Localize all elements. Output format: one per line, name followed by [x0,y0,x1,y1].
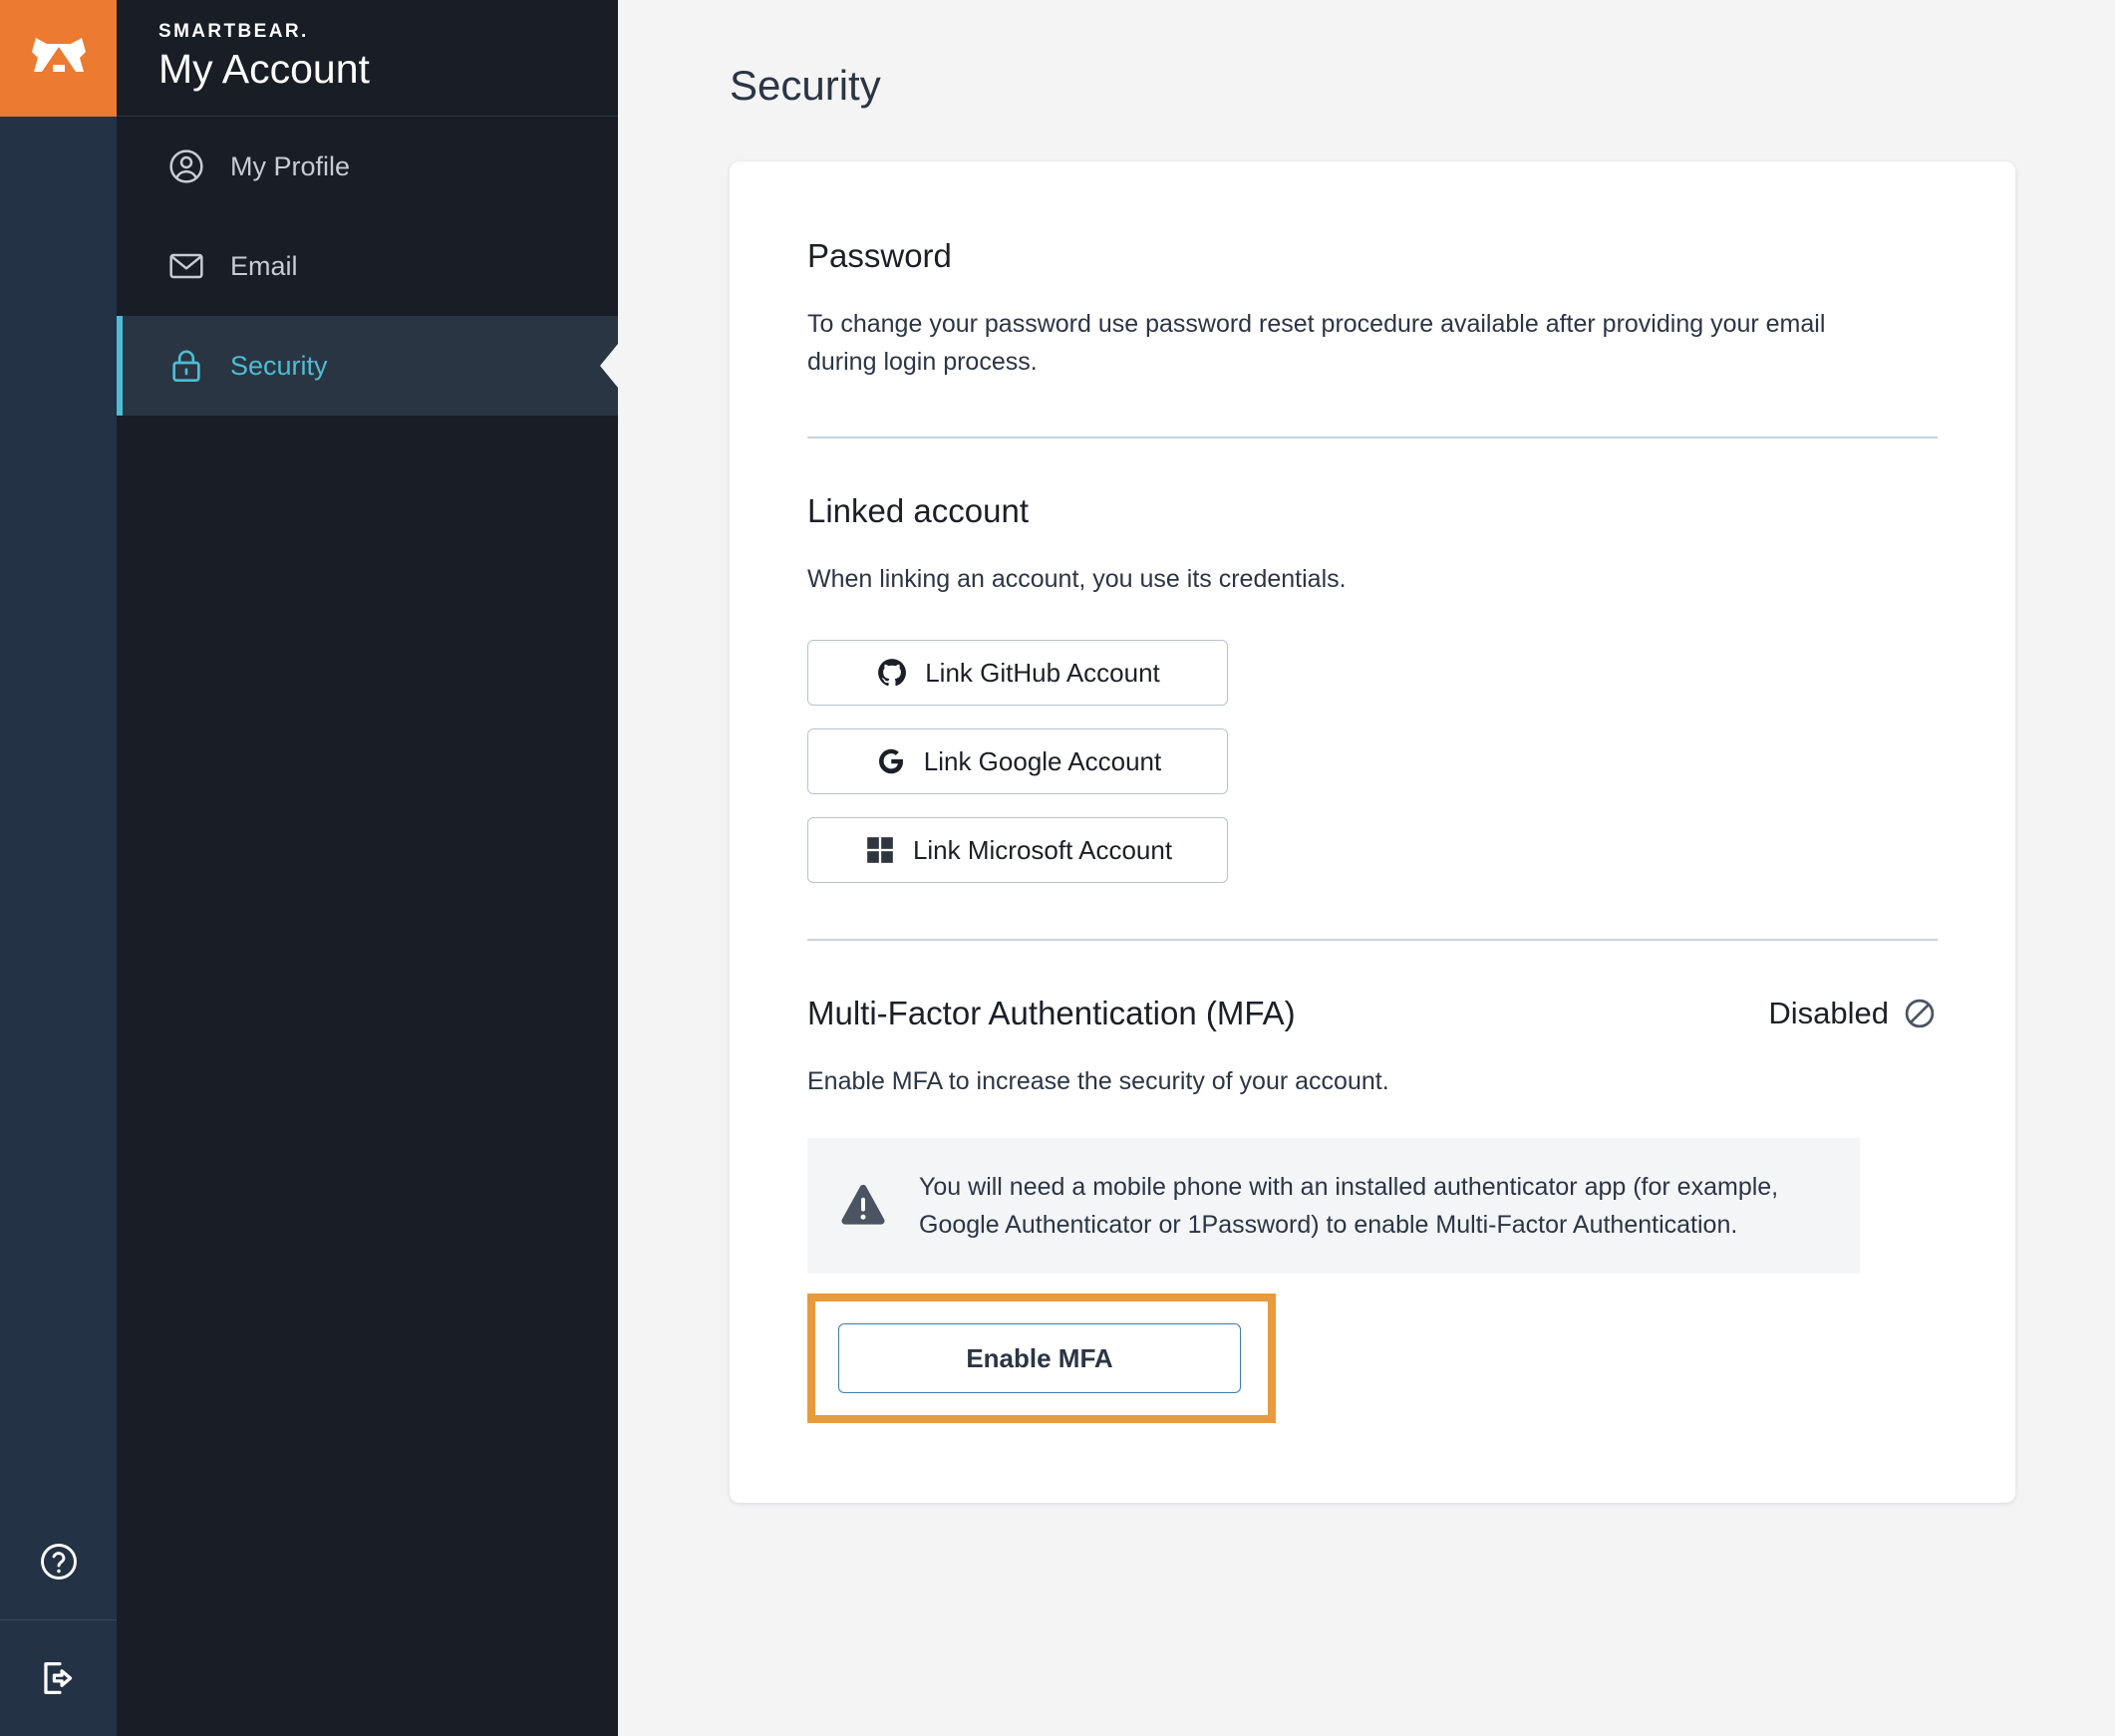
mfa-section: Multi-Factor Authentication (MFA) Disabl… [807,995,1938,1423]
mfa-header: Multi-Factor Authentication (MFA) Disabl… [807,995,1938,1032]
sidebar-header: SMARTBEAR. My Account [117,0,618,117]
sidebar-nav: My Profile Email [117,117,618,416]
warning-triangle-icon [837,1180,889,1232]
left-rail [0,0,117,1736]
smartbear-bear-logo [26,34,92,84]
password-section: Password To change your password use pas… [807,237,1938,381]
link-button-label: Link GitHub Account [925,658,1160,689]
sidebar: SMARTBEAR. My Account My Profile [117,0,618,1736]
password-title: Password [807,237,1938,275]
linked-account-title: Linked account [807,492,1938,530]
lock-icon [164,344,208,388]
sidebar-item-email[interactable]: Email [117,216,618,316]
github-icon [875,656,909,690]
prohibited-circle-icon [1902,996,1938,1031]
link-microsoft-account-button[interactable]: Link Microsoft Account [807,817,1228,883]
linked-account-description: When linking an account, you use its cre… [807,560,1834,598]
link-google-account-button[interactable]: Link Google Account [807,728,1228,794]
link-github-account-button[interactable]: Link GitHub Account [807,640,1228,706]
logout-button[interactable] [0,1619,117,1736]
divider [807,939,1938,941]
mfa-notice-text: You will need a mobile phone with an ins… [919,1168,1824,1244]
help-button[interactable] [0,1503,117,1619]
password-description: To change your password use password res… [807,305,1834,381]
linked-account-section: Linked account When linking an account, … [807,492,1938,883]
mfa-notice: You will need a mobile phone with an ins… [807,1138,1860,1274]
brand-name: SMARTBEAR. [158,22,618,43]
product-title: My Account [158,45,618,94]
main-content: Security Password To change your passwor… [618,0,2115,1736]
mfa-description: Enable MFA to increase the security of y… [807,1062,1834,1100]
enable-mfa-highlight: Enable MFA [807,1294,1276,1423]
app-root: SMARTBEAR. My Account My Profile [0,0,2115,1736]
envelope-icon [164,244,208,288]
divider [807,436,1938,438]
google-icon [874,744,908,778]
link-button-label: Link Google Account [924,746,1162,777]
link-button-label: Link Microsoft Account [913,835,1172,866]
logout-icon [36,1655,82,1701]
link-buttons-group: Link GitHub Account Link Google Account [807,640,1938,883]
sidebar-item-label: My Profile [230,151,350,182]
sidebar-item-my-profile[interactable]: My Profile [117,117,618,216]
mfa-status-label: Disabled [1768,996,1889,1031]
security-card: Password To change your password use pas… [730,161,2015,1503]
sidebar-item-label: Email [230,251,298,282]
question-circle-icon [37,1540,81,1584]
user-circle-icon [164,145,208,188]
microsoft-icon [863,833,897,867]
mfa-title: Multi-Factor Authentication (MFA) [807,995,1296,1032]
rail-spacer [0,117,117,1503]
smartbear-logo[interactable] [0,0,117,117]
sidebar-item-security[interactable]: Security [117,316,618,416]
sidebar-item-label: Security [230,351,328,382]
enable-mfa-button[interactable]: Enable MFA [838,1323,1241,1393]
mfa-status-badge: Disabled [1768,996,1938,1031]
active-indicator-caret [598,344,618,388]
page-title: Security [730,62,2115,110]
